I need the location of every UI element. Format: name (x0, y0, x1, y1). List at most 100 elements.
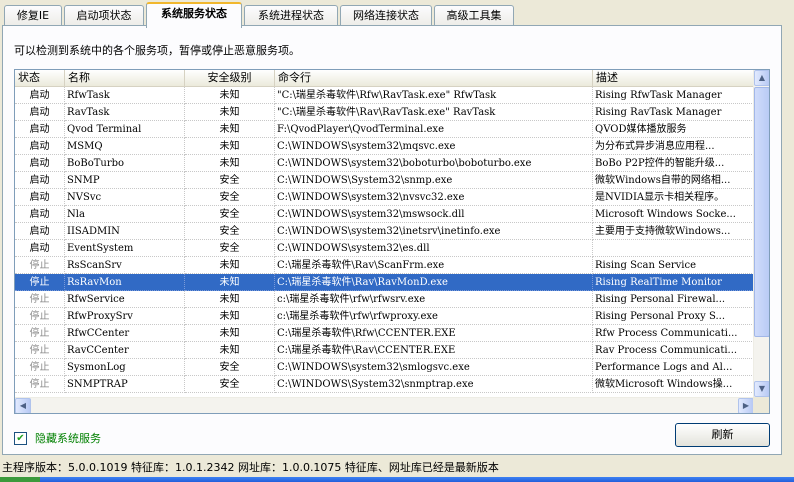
row-status: 启动 (15, 121, 65, 138)
table-row[interactable]: 停止 RsRavMon 未知 C:\瑞星杀毒软件\Rav\RavMonD.exe Ris… (15, 274, 754, 291)
scroll-left-button[interactable]: ◀ (15, 398, 31, 413)
row-status: 停止 (15, 359, 65, 376)
column-header-level[interactable]: 安全级别 (185, 70, 275, 86)
row-status: 停止 (15, 308, 65, 325)
vertical-scrollbar[interactable]: ▲ ▼ (753, 70, 769, 397)
scroll-up-button[interactable]: ▲ (754, 70, 769, 86)
row-description: 是NVIDIA显示卡相关程序。 (593, 189, 754, 206)
hide-system-services-label[interactable]: 隐藏系统服务 (35, 430, 101, 446)
row-description: 为分布式异步消息应用程... (593, 138, 754, 155)
table-row[interactable]: 启动 NVSvc 安全 C:\WINDOWS\system32\nvsvc32.exe… (15, 189, 754, 206)
table-row[interactable]: 启动 MSMQ 未知 C:\WINDOWS\system32\mqsvc.exe 为分布… (15, 138, 754, 155)
row-name: MSMQ (65, 138, 185, 155)
table-row[interactable]: 启动 EventSystem 安全 C:\WINDOWS\system32\es.dl… (15, 240, 754, 257)
row-security-level: 安全 (185, 206, 275, 223)
row-command-line: c:\瑞星杀毒软件\rfw\rfwproxy.exe (275, 308, 593, 325)
row-command-line: C:\WINDOWS\system32\es.dll (275, 240, 593, 257)
row-description: Rfw Process Communicati... (593, 325, 754, 342)
row-description: Rising Scan Service (593, 257, 754, 274)
row-status: 启动 (15, 240, 65, 257)
column-header-status[interactable]: 状态 (15, 70, 65, 86)
services-list[interactable]: 状态 名称 安全级别 命令行 描述 启动 RfwTask 未知 "C:\瑞星杀毒软件\… (14, 69, 770, 414)
row-security-level: 未知 (185, 325, 275, 342)
row-name: RavCCenter (65, 342, 185, 359)
column-header-command[interactable]: 命令行 (275, 70, 593, 86)
hide-system-services-option[interactable]: ✔ 隐藏系统服务 (14, 430, 101, 446)
row-description: QVOD媒体播放服务 (593, 121, 754, 138)
column-header-name[interactable]: 名称 (65, 70, 185, 86)
row-security-level: 安全 (185, 189, 275, 206)
row-security-level: 未知 (185, 308, 275, 325)
tab-system-processes[interactable]: 系统进程状态 (244, 5, 338, 27)
row-security-level: 未知 (185, 257, 275, 274)
horizontal-scrollbar[interactable]: ◀ ▶ (15, 397, 754, 413)
row-name: SysmonLog (65, 359, 185, 376)
scroll-right-button[interactable]: ▶ (738, 398, 754, 413)
row-description: Microsoft Windows Socke... (593, 206, 754, 223)
row-status: 启动 (15, 223, 65, 240)
row-command-line: C:\瑞星杀毒软件\Rav\RavMonD.exe (275, 274, 593, 291)
table-row[interactable]: 停止 RsScanSrv 未知 C:\瑞星杀毒软件\Rav\ScanFrm.exe Ri… (15, 257, 754, 274)
tab-repair-ie[interactable]: 修复IE (4, 5, 62, 27)
table-row[interactable]: 停止 RfwService 未知 c:\瑞星杀毒软件\rfw\rfwsrv.exe Ri… (15, 291, 754, 308)
column-header-description[interactable]: 描述 (593, 70, 754, 86)
row-description: 微软Microsoft Windows操... (593, 376, 754, 393)
row-description: Rising RealTime Monitor (593, 274, 754, 291)
table-row[interactable]: 启动 Nla 安全 C:\WINDOWS\system32\mswsock.dll Mi… (15, 206, 754, 223)
taskbar (0, 477, 794, 482)
row-description: Rising RavTask Manager (593, 104, 754, 121)
row-security-level: 未知 (185, 138, 275, 155)
tab-startup-items[interactable]: 启动项状态 (64, 5, 144, 27)
row-status: 启动 (15, 104, 65, 121)
table-row[interactable]: 停止 RfwProxySrv 未知 c:\瑞星杀毒软件\rfw\rfwproxy.ex… (15, 308, 754, 325)
start-button[interactable] (0, 477, 40, 482)
row-name: RavTask (65, 104, 185, 121)
row-security-level: 安全 (185, 376, 275, 393)
table-row[interactable]: 启动 Qvod Terminal 未知 F:\QvodPlayer\QvodTermi… (15, 121, 754, 138)
row-name: EventSystem (65, 240, 185, 257)
tab-network-connections[interactable]: 网络连接状态 (340, 5, 432, 27)
row-name: NVSvc (65, 189, 185, 206)
row-name: Qvod Terminal (65, 121, 185, 138)
row-name: BoBoTurbo (65, 155, 185, 172)
row-command-line: C:\WINDOWS\System32\snmptrap.exe (275, 376, 593, 393)
row-command-line: C:\瑞星杀毒软件\Rav\CCENTER.EXE (275, 342, 593, 359)
row-security-level: 未知 (185, 274, 275, 291)
row-security-level: 安全 (185, 240, 275, 257)
table-row[interactable]: 停止 RavCCenter 未知 C:\瑞星杀毒软件\Rav\CCENTER.EXE R… (15, 342, 754, 359)
refresh-button[interactable]: 刷新 (675, 423, 770, 447)
row-security-level: 未知 (185, 87, 275, 104)
table-row[interactable]: 启动 IISADMIN 安全 C:\WINDOWS\system32\inetsrv\… (15, 223, 754, 240)
row-status: 停止 (15, 342, 65, 359)
row-description: Rising Personal Firewal... (593, 291, 754, 308)
table-row[interactable]: 启动 SNMP 安全 C:\WINDOWS\System32\snmp.exe 微软Wi… (15, 172, 754, 189)
status-bar: 主程序版本：5.0.0.1019 特征库：1.0.1.2342 网址库：1.0.… (2, 461, 499, 474)
table-row[interactable]: 启动 BoBoTurbo 未知 C:\WINDOWS\system32\bobotur… (15, 155, 754, 172)
row-command-line: "C:\瑞星杀毒软件\Rav\RavTask.exe" RavTask (275, 104, 593, 121)
row-command-line: C:\WINDOWS\System32\snmp.exe (275, 172, 593, 189)
row-name: RfwService (65, 291, 185, 308)
row-name: IISADMIN (65, 223, 185, 240)
tab-system-services[interactable]: 系统服务状态 (146, 2, 242, 28)
table-row[interactable]: 停止 SysmonLog 安全 C:\WINDOWS\system32\smlogsv… (15, 359, 754, 376)
vertical-scroll-thumb[interactable] (754, 87, 769, 337)
table-row[interactable]: 启动 RfwTask 未知 "C:\瑞星杀毒软件\Rfw\RavTask.exe" R… (15, 87, 754, 104)
row-status: 停止 (15, 376, 65, 393)
scroll-down-button[interactable]: ▼ (754, 381, 769, 397)
row-status: 停止 (15, 257, 65, 274)
row-status: 启动 (15, 172, 65, 189)
row-security-level: 安全 (185, 223, 275, 240)
table-row[interactable]: 启动 RavTask 未知 "C:\瑞星杀毒软件\Rav\RavTask.exe" R… (15, 104, 754, 121)
row-command-line: C:\瑞星杀毒软件\Rfw\CCENTER.EXE (275, 325, 593, 342)
tab-advanced-tools[interactable]: 高级工具集 (434, 5, 514, 27)
row-description: Rising RfwTask Manager (593, 87, 754, 104)
hide-system-services-checkbox[interactable]: ✔ (14, 431, 27, 445)
row-description: 微软Windows自带的网络相... (593, 172, 754, 189)
table-row[interactable]: 停止 SNMPTRAP 安全 C:\WINDOWS\System32\snmptrap… (15, 376, 754, 393)
row-name: RfwCCenter (65, 325, 185, 342)
row-command-line: C:\WINDOWS\system32\boboturbo\boboturbo.… (275, 155, 593, 172)
row-status: 启动 (15, 87, 65, 104)
table-row[interactable]: 停止 RfwCCenter 未知 C:\瑞星杀毒软件\Rfw\CCENTER.EXE R… (15, 325, 754, 342)
row-name: SNMP (65, 172, 185, 189)
row-command-line: C:\WINDOWS\system32\mqsvc.exe (275, 138, 593, 155)
